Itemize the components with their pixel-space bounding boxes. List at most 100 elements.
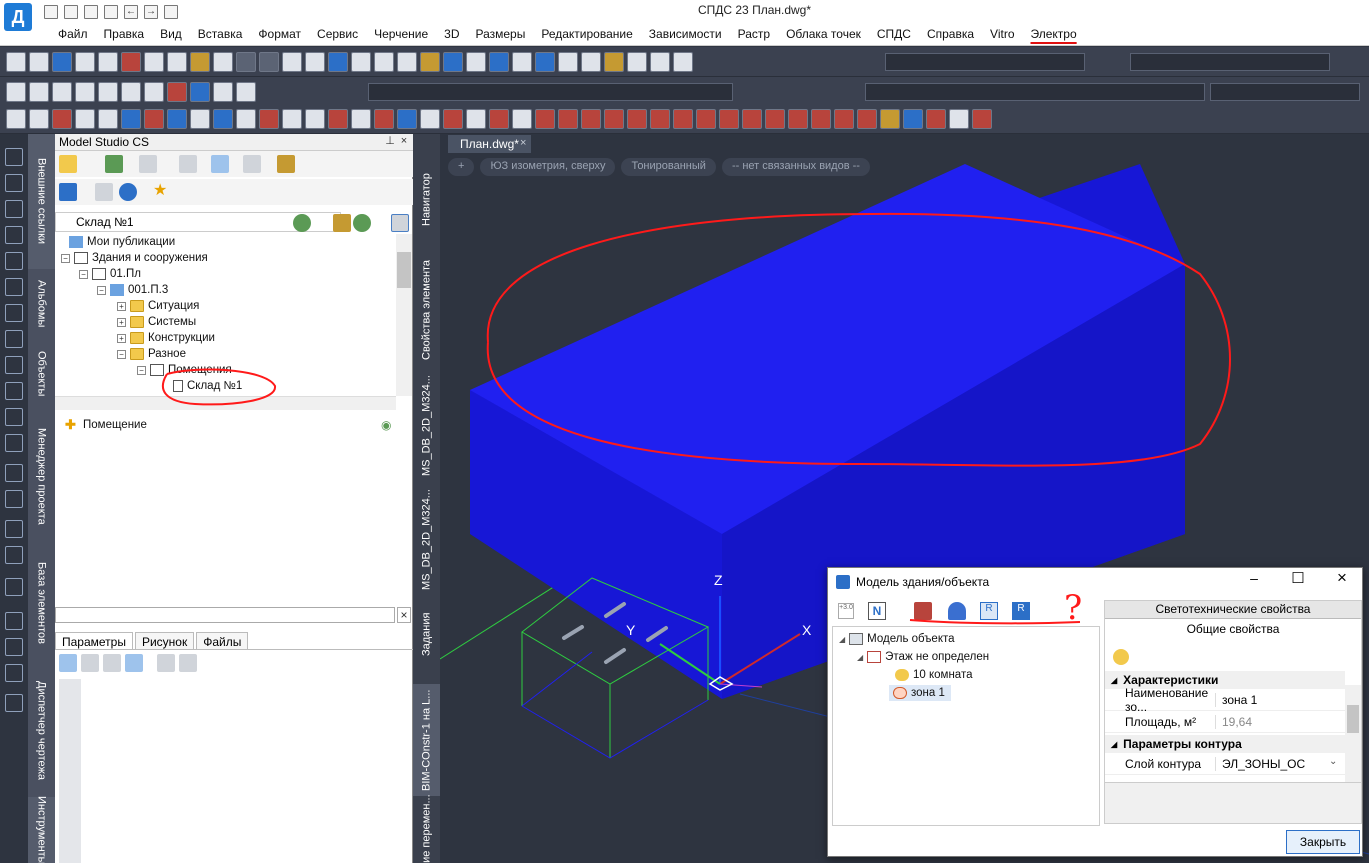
numbering-icon[interactable]: N [868, 602, 886, 620]
app-logo-icon[interactable]: Д [4, 3, 32, 31]
tools-icon[interactable] [512, 52, 532, 72]
preview-icon[interactable] [98, 52, 118, 72]
ortho-icon[interactable] [75, 82, 95, 102]
collapse-icon[interactable]: − [117, 349, 126, 359]
tree-node-publications[interactable]: Мои публикации [69, 234, 175, 250]
expand-icon[interactable]: + [117, 301, 126, 311]
list-view-icon[interactable] [211, 155, 229, 173]
menu-draw[interactable]: Черчение [366, 27, 436, 41]
menu-vitro[interactable]: Vitro [982, 27, 1022, 41]
tab-files[interactable]: Файлы [196, 632, 249, 649]
ms-icon-24[interactable] [535, 109, 555, 129]
category-contour[interactable]: ◢ Параметры контура [1105, 735, 1345, 753]
region-tool-icon[interactable] [5, 490, 23, 508]
forward-icon[interactable] [353, 214, 371, 232]
table-style-combo[interactable] [1130, 53, 1330, 71]
ms-icon-36[interactable] [811, 109, 831, 129]
ms-icon-42[interactable] [949, 109, 969, 129]
collapse-icon[interactable]: − [61, 253, 70, 263]
view-direction-button[interactable]: ЮЗ изометрия, сверху [480, 158, 616, 176]
layer-manager-icon[interactable] [6, 82, 26, 102]
calculator-icon[interactable] [535, 52, 555, 72]
tree-view-icon[interactable] [179, 155, 197, 173]
percent-icon[interactable] [103, 654, 121, 672]
help-icon[interactable] [650, 52, 670, 72]
ms-icon-19[interactable] [420, 109, 440, 129]
sheet-set-icon[interactable] [489, 52, 509, 72]
snap-icon[interactable] [29, 82, 49, 102]
ms-icon-17[interactable] [374, 109, 394, 129]
ms-icon-1[interactable] [6, 109, 26, 129]
ms-icon-37[interactable] [834, 109, 854, 129]
doc-tab-close-icon[interactable]: × [520, 137, 526, 149]
lighting-properties-button[interactable]: Светотехнические свойства [1105, 601, 1361, 619]
ms-icon-28[interactable] [627, 109, 647, 129]
tree-node-misc[interactable]: − Разное [117, 346, 186, 362]
polar-icon[interactable] [98, 82, 118, 102]
circle-tool-icon[interactable] [5, 304, 23, 322]
tree-node-systems[interactable]: + Системы [117, 314, 196, 330]
ms-icon-10[interactable] [213, 109, 233, 129]
play-icon[interactable] [139, 155, 157, 173]
tree-node-floor[interactable]: ◢ Этаж не определен [857, 649, 989, 665]
tab-element-properties[interactable]: Свойства элемента [413, 254, 440, 366]
ms-icon-35[interactable] [788, 109, 808, 129]
close-button[interactable]: Закрыть [1286, 830, 1360, 854]
tree-node-zone-1[interactable]: зона 1 [889, 685, 951, 701]
viewport-menu-button[interactable]: + [448, 158, 475, 176]
ms-icon-3[interactable] [52, 109, 72, 129]
render-icon[interactable] [558, 52, 578, 72]
tree-scroll-thumb[interactable] [397, 252, 411, 288]
sort-az-icon[interactable] [81, 654, 99, 672]
ducs-icon[interactable] [167, 82, 187, 102]
zone-name-value[interactable]: зона 1 [1215, 692, 1345, 707]
menu-spds[interactable]: СПДС [869, 27, 919, 41]
ms-icon-5[interactable] [98, 109, 118, 129]
ms-icon-7[interactable] [144, 109, 164, 129]
more-tools-icon[interactable] [5, 694, 23, 712]
favorite-star-icon[interactable]: ★ [153, 183, 171, 201]
gradient-tool-icon[interactable] [5, 434, 23, 452]
point-tool-icon[interactable] [5, 578, 23, 596]
visibility-eye-icon[interactable]: ◉ [381, 419, 395, 431]
arc2-tool-icon[interactable] [5, 278, 23, 296]
ms-icon-11[interactable] [236, 109, 256, 129]
ms-icon-21[interactable] [466, 109, 486, 129]
expand-icon[interactable]: + [117, 317, 126, 327]
polygon-tool-icon[interactable] [5, 226, 23, 244]
lineweight-icon[interactable] [213, 82, 233, 102]
zoom-previous-icon[interactable] [351, 52, 371, 72]
document-tab[interactable]: План.dwg* [448, 135, 531, 153]
menu-view[interactable]: Вид [152, 27, 190, 41]
menu-modify[interactable]: Редактирование [533, 27, 640, 41]
filter-icon[interactable] [243, 155, 261, 173]
ms-icon-39[interactable] [880, 109, 900, 129]
edit-icon[interactable] [627, 52, 647, 72]
menu-format[interactable]: Формат [250, 27, 309, 41]
otrack-icon[interactable] [144, 82, 164, 102]
edit-params-icon[interactable] [125, 654, 143, 672]
ms-icon-40[interactable] [903, 109, 923, 129]
tab-tools[interactable]: Инструменты [28, 796, 55, 863]
ms-icon-9[interactable] [190, 109, 210, 129]
tab-element-base[interactable]: База элементов [28, 543, 55, 663]
match-properties-icon[interactable] [213, 52, 233, 72]
menu-dimensions[interactable]: Размеры [467, 27, 533, 41]
menu-insert[interactable]: Вставка [190, 27, 251, 41]
back-icon[interactable] [293, 214, 311, 232]
table-tool-icon[interactable] [5, 612, 23, 630]
insert-block-icon[interactable] [5, 520, 23, 538]
up-folder-icon[interactable] [333, 214, 351, 232]
tab-drawing[interactable]: Рисунок [134, 632, 195, 649]
menu-service[interactable]: Сервис [309, 27, 366, 41]
element-row[interactable]: ✚ Помещение [65, 417, 147, 433]
ms-icon-32[interactable] [719, 109, 739, 129]
new-icon[interactable] [6, 52, 26, 72]
image-tool-icon[interactable] [5, 546, 23, 564]
ms-icon-14[interactable] [305, 109, 325, 129]
hatch-tool-icon[interactable] [5, 408, 23, 426]
ms-icon-23[interactable] [512, 109, 532, 129]
menu-file[interactable]: Файл [50, 27, 96, 41]
tree-node-001p3[interactable]: −001.П.3 [97, 282, 168, 298]
ms-icon-13[interactable] [282, 109, 302, 129]
